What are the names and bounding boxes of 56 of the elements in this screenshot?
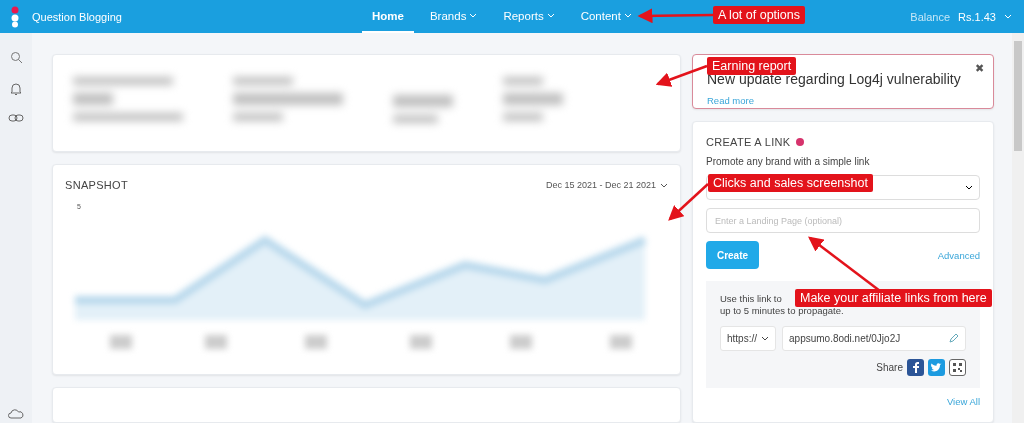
- annotation-tooltip: Make your affiliate links from here: [795, 289, 992, 307]
- annotation-tooltip: Earning report: [707, 57, 797, 75]
- chevron-icon: [660, 182, 668, 188]
- blurred-axis-label: [305, 335, 327, 350]
- card-title: SNAPSHOT: [65, 179, 128, 192]
- chevron-icon: [761, 335, 769, 341]
- advanced-link[interactable]: Advanced: [937, 249, 980, 261]
- scrollbar[interactable]: [1012, 33, 1024, 423]
- chevron-icon: [965, 185, 973, 190]
- nav-tab[interactable]: Content: [570, 0, 642, 33]
- blurred-axis-label: [510, 335, 532, 350]
- read-more-link[interactable]: Read more: [707, 95, 979, 106]
- chevron-icon: [1004, 14, 1012, 19]
- annotation-tooltip: Clicks and sales screenshot: [708, 174, 873, 192]
- short-link-field[interactable]: appsumo.8odi.net/0Jjo2J: [782, 325, 966, 351]
- blurred-text: [393, 95, 453, 107]
- date-range-picker[interactable]: Dec 15 2021 - Dec 21 2021: [545, 180, 668, 191]
- annotation-arrow: [655, 64, 708, 87]
- blurred-text: [503, 113, 543, 121]
- view-all-link[interactable]: View All: [946, 395, 980, 407]
- facebook-icon[interactable]: [907, 358, 924, 376]
- balance-amount[interactable]: Rs.1.43: [958, 10, 996, 23]
- nav-tab[interactable]: Home: [362, 0, 414, 33]
- annotation-arrow: [668, 183, 709, 221]
- blurred-axis-label: [205, 335, 227, 350]
- help-text: up to 5 minutes to propagate.: [720, 305, 844, 318]
- link-icon[interactable]: [8, 114, 24, 122]
- balance-label: Balance: [910, 10, 951, 23]
- search-icon[interactable]: [9, 51, 23, 64]
- nav-tab[interactable]: Brands: [419, 0, 488, 33]
- help-text: Use this link to: [720, 293, 782, 306]
- blurred-text: [233, 77, 293, 85]
- protocol-select[interactable]: https://: [720, 325, 776, 351]
- cloud-icon[interactable]: [8, 409, 24, 419]
- create-button[interactable]: Create: [706, 241, 759, 269]
- card-title: CREATE A LINK: [706, 136, 791, 148]
- card-subtitle: Promote any brand with a simple link: [706, 156, 871, 167]
- blurred-text: [503, 77, 543, 85]
- twitter-icon[interactable]: [928, 358, 945, 376]
- bell-icon[interactable]: [10, 82, 22, 96]
- share-label: Share: [876, 361, 903, 373]
- nav-tab[interactable]: Reports: [493, 0, 565, 33]
- annotation-tooltip: A lot of options: [713, 6, 805, 24]
- blurred-text: [393, 115, 438, 123]
- blurred-axis-label: [610, 335, 632, 350]
- logo-icon: [10, 5, 20, 28]
- brand-name: Question Blogging: [32, 10, 123, 23]
- qr-code-icon[interactable]: [949, 358, 966, 376]
- blurred-axis-label: [410, 335, 432, 350]
- blurred-axis-label: [110, 335, 132, 350]
- blurred-text: [233, 113, 283, 121]
- blurred-text: [73, 93, 113, 105]
- pencil-icon[interactable]: [948, 332, 959, 344]
- close-icon[interactable]: ✖: [975, 62, 984, 75]
- info-dot-icon: [796, 138, 805, 146]
- blurred-text: [503, 93, 563, 105]
